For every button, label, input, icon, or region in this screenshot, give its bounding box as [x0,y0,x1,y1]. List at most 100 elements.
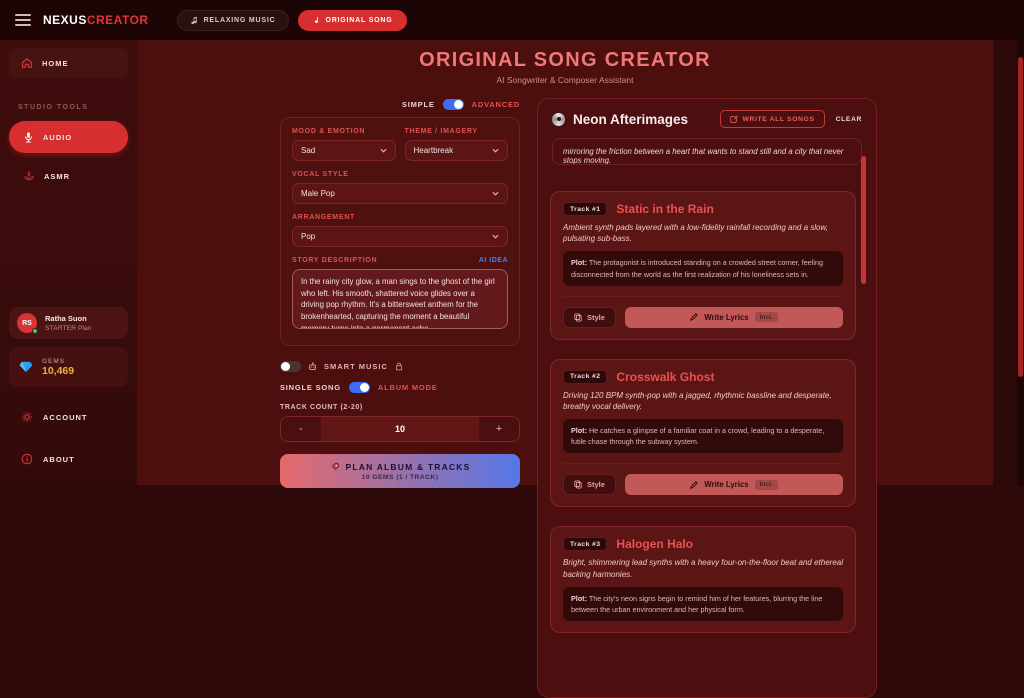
write-all-songs-button[interactable]: WRITE ALL SONGS [719,110,825,128]
album-title: Neon Afterimages [573,111,689,127]
chevron-down-icon [379,148,387,153]
simple-label: SIMPLE [401,99,435,109]
page-subtitle: AI Songwriter & Composer Assistant [496,75,634,85]
write-lyrics-button[interactable]: Write Lyrics Incl. [624,306,843,328]
original-song-label: ORIGINAL SONG [325,16,393,24]
sidebar-item-about[interactable]: ABOUT [9,447,128,471]
about-label: ABOUT [43,454,75,464]
clear-button[interactable]: CLEAR [836,116,862,123]
top-bar: NEXUSCREATOR RELAXING MUSIC ORIGINAL SON… [0,0,1024,40]
audio-label: AUDIO [43,132,73,142]
plot-text: The city's neon signs begin to remind hi… [571,593,823,614]
vocal-style-select[interactable]: Male Pop [292,183,508,204]
chevron-down-icon [492,191,499,196]
plan-album-button[interactable]: PLAN ALBUM & TRACKS 10 GEMS (1 / TRACK) [280,454,520,488]
theme-imagery-label: THEME / IMAGERY [404,128,478,135]
sidebar-item-asmr[interactable]: ASMR [9,163,128,189]
user-name: Ratha Suon [45,314,87,324]
increment-button[interactable]: + [479,417,519,441]
smart-music-toggle[interactable] [280,361,301,372]
divider [563,295,843,297]
story-description-input[interactable]: In the rainy city glow, a man sings to t… [292,269,508,329]
track-number-badge: Track #3 [563,537,608,552]
track-title: Static in the Rain [616,202,714,216]
logo-accent: CREATOR [86,13,149,27]
chevron-down-icon [492,148,499,153]
single-album-row: SINGLE SONG ALBUM MODE [280,382,520,393]
write-lyrics-label: Write Lyrics [704,312,749,322]
decrement-button[interactable]: - [281,417,321,441]
asmr-icon [23,170,35,182]
sidebar-item-home[interactable]: HOME [9,48,128,78]
original-song-button[interactable]: ORIGINAL SONG [298,9,407,31]
sidebar-item-account[interactable]: ACCOUNT [9,405,128,429]
copy-icon [574,313,582,322]
mood-emotion-value: Sad [301,146,316,155]
mode-buttons: RELAXING MUSIC ORIGINAL SONG [176,9,407,31]
online-status-dot [32,328,38,334]
arrangement-select[interactable]: Pop [292,226,508,247]
sidebar: HOME STUDIO TOOLS AUDIO ASMR RS Ratha Su… [0,40,137,485]
plan-album-label: PLAN ALBUM & TRACKS [345,461,471,472]
mood-emotion-label: MOOD & EMOTION [292,128,366,135]
track-count-stepper: - 10 + [280,416,520,442]
main-content: ORIGINAL SONG CREATOR AI Songwriter & Co… [137,40,993,698]
page-title: ORIGINAL SONG CREATOR [419,49,711,71]
chevron-down-icon [492,234,499,239]
user-card[interactable]: RS Ratha Suon STARTER Plan [9,307,128,339]
plot-label: Plot: [571,258,587,268]
gems-value: 10,469 [42,364,75,377]
window-scrollbar[interactable] [1017,40,1024,485]
theme-imagery-value: Heartbreak [413,146,454,155]
track-plot: Plot: The city's neon signs begin to rem… [563,586,843,622]
track-style-description: Bright, shimmering lead synths with a he… [563,558,844,579]
album-description-box[interactable]: mirroring the friction between a heart t… [552,138,862,165]
panel-scrollbar-thumb[interactable] [861,156,866,284]
included-badge: Incl. [754,312,778,323]
avatar-initials: RS [22,319,32,327]
ai-idea-link[interactable]: AI IDEA [479,257,508,264]
copy-style-button[interactable]: Style [563,306,616,328]
theme-imagery-select[interactable]: Heartbreak [404,140,508,161]
vocal-style-value: Male Pop [301,189,335,198]
track-number-badge: Track #2 [563,369,608,384]
simple-advanced-toggle-row: SIMPLE ADVANCED [280,98,520,110]
relaxing-music-button[interactable]: RELAXING MUSIC [176,9,290,31]
plot-text: He catches a glimpse of a familiar coat … [571,426,825,447]
music-note-icon [312,16,320,25]
pencil-icon [690,313,699,322]
window-scrollbar-thumb[interactable] [1018,57,1023,377]
smart-music-label: SMART MUSIC [324,362,388,371]
plot-label: Plot: [571,426,587,436]
write-all-songs-label: WRITE ALL SONGS [742,115,815,123]
single-song-label: SINGLE SONG [280,383,341,392]
smart-music-row: SMART MUSIC [280,361,520,372]
gems-card[interactable]: GEMS 10,469 [9,347,128,387]
track-style-description: Ambient synth pads layered with a low-fi… [563,223,829,244]
track-count-label: TRACK COUNT (2-20) [280,404,363,411]
vocal-style-label: VOCAL STYLE [292,171,349,178]
app-logo[interactable]: NEXUSCREATOR [43,13,149,27]
advanced-mode-toggle[interactable] [442,98,464,110]
home-icon [21,57,33,69]
menu-icon[interactable] [15,14,31,26]
logo-primary: NEXUS [43,13,87,27]
advanced-label: ADVANCED [471,99,520,109]
plot-text: The protagonist is introduced standing o… [571,258,823,279]
track-number-badge: Track #1 [563,202,608,216]
plan-album-cost: 10 GEMS (1 / TRACK) [361,473,439,481]
mic-icon [23,131,34,144]
plot-label: Plot: [571,593,587,603]
avatar: RS [17,313,38,334]
robot-icon [308,362,317,371]
divider [563,463,843,465]
album-panel-header: Neon Afterimages WRITE ALL SONGS CLEAR [538,99,876,137]
track-list: Track #1 Static in the Rain Ambient synt… [538,191,876,634]
mood-emotion-select[interactable]: Sad [292,140,396,161]
gem-icon [19,361,33,373]
arrangement-label: ARRANGEMENT [292,214,355,221]
page-gutter [993,40,1017,485]
sidebar-item-audio[interactable]: AUDIO [9,121,128,153]
album-mode-toggle[interactable] [348,382,370,393]
studio-tools-section-label: STUDIO TOOLS [18,104,89,111]
